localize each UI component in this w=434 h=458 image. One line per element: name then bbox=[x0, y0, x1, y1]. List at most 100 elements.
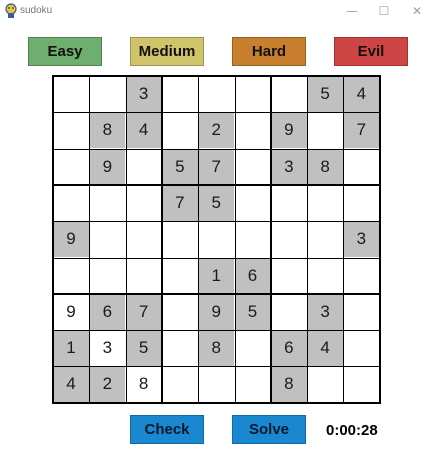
cell-r4-c4[interactable]: 7 bbox=[161, 184, 198, 221]
cell-r8-c6[interactable] bbox=[235, 330, 271, 366]
cell-r3-c5[interactable]: 7 bbox=[198, 148, 235, 185]
cell-r6-c3[interactable] bbox=[126, 258, 162, 294]
cell-r1-c2[interactable] bbox=[89, 76, 125, 112]
cell-r8-c1[interactable]: 1 bbox=[53, 330, 89, 367]
cell-r5-c7[interactable] bbox=[271, 221, 307, 257]
close-button[interactable]: ✕ bbox=[402, 0, 432, 24]
cell-r4-c2[interactable] bbox=[89, 185, 125, 221]
cell-r5-c4[interactable] bbox=[162, 221, 198, 257]
cell-r2-c9[interactable]: 7 bbox=[343, 112, 380, 149]
easy-button[interactable]: Easy bbox=[28, 37, 102, 66]
grid-line-horizontal bbox=[52, 148, 381, 150]
cell-r5-c3[interactable] bbox=[126, 221, 162, 257]
cell-r7-c4[interactable] bbox=[162, 294, 198, 330]
cell-r9-c2[interactable]: 2 bbox=[89, 366, 126, 403]
cell-r9-c7[interactable]: 8 bbox=[270, 366, 307, 403]
cell-r8-c9[interactable] bbox=[343, 330, 379, 366]
cell-r4-c8[interactable] bbox=[307, 185, 343, 221]
maximize-button[interactable]: ☐ bbox=[369, 0, 399, 24]
cell-r7-c1[interactable]: 9 bbox=[53, 294, 89, 330]
cell-r1-c6[interactable] bbox=[235, 76, 271, 112]
grid-line-vertical bbox=[269, 75, 272, 404]
cell-r6-c8[interactable] bbox=[307, 258, 343, 294]
cell-r8-c5[interactable]: 8 bbox=[198, 330, 235, 367]
cell-r9-c9[interactable] bbox=[343, 366, 379, 402]
cell-r6-c4[interactable] bbox=[162, 258, 198, 294]
cell-r4-c9[interactable] bbox=[343, 185, 379, 221]
evil-button[interactable]: Evil bbox=[334, 37, 408, 66]
cell-r6-c9[interactable] bbox=[343, 258, 379, 294]
hard-button[interactable]: Hard bbox=[232, 37, 306, 66]
cell-r9-c3[interactable]: 8 bbox=[126, 366, 162, 402]
cell-r1-c4[interactable] bbox=[162, 76, 198, 112]
cell-r1-c7[interactable] bbox=[271, 76, 307, 112]
cell-r5-c6[interactable] bbox=[235, 221, 271, 257]
cell-r7-c7[interactable] bbox=[271, 294, 307, 330]
cell-r6-c7[interactable] bbox=[271, 258, 307, 294]
cell-r2-c1[interactable] bbox=[53, 112, 89, 148]
cell-r3-c7[interactable]: 3 bbox=[270, 148, 307, 185]
cell-r1-c1[interactable] bbox=[53, 76, 89, 112]
cell-r9-c4[interactable] bbox=[162, 366, 198, 402]
cell-r9-c5[interactable] bbox=[198, 366, 234, 402]
cell-r7-c3[interactable]: 7 bbox=[125, 293, 162, 330]
elapsed-timer: 0:00:28 bbox=[326, 422, 378, 439]
cell-r2-c5[interactable]: 2 bbox=[198, 112, 235, 149]
cell-r4-c1[interactable] bbox=[53, 185, 89, 221]
cell-r2-c4[interactable] bbox=[162, 112, 198, 148]
cell-r2-c2[interactable]: 8 bbox=[89, 112, 126, 149]
cell-r6-c2[interactable] bbox=[89, 258, 125, 294]
cell-r6-c6[interactable]: 6 bbox=[234, 257, 271, 294]
cell-r2-c6[interactable] bbox=[235, 112, 271, 148]
cell-r8-c8[interactable]: 4 bbox=[307, 330, 344, 367]
cell-r3-c1[interactable] bbox=[53, 149, 89, 185]
cell-r2-c3[interactable]: 4 bbox=[125, 112, 162, 149]
cell-r8-c7[interactable]: 6 bbox=[270, 330, 307, 367]
cell-r6-c1[interactable] bbox=[53, 258, 89, 294]
cell-r3-c8[interactable]: 8 bbox=[307, 148, 344, 185]
grid-line-vertical bbox=[198, 75, 200, 404]
cell-r7-c8[interactable]: 3 bbox=[307, 293, 344, 330]
cell-r7-c9[interactable] bbox=[343, 294, 379, 330]
cell-r5-c1[interactable]: 9 bbox=[53, 221, 89, 258]
grid-line-vertical bbox=[52, 75, 54, 404]
cell-r1-c8[interactable]: 5 bbox=[307, 76, 344, 112]
grid-line-horizontal bbox=[52, 221, 381, 223]
check-button[interactable]: Check bbox=[130, 415, 204, 444]
cell-r8-c3[interactable]: 5 bbox=[125, 330, 162, 367]
cell-r9-c8[interactable] bbox=[307, 366, 343, 402]
medium-button[interactable]: Medium bbox=[130, 37, 204, 66]
cell-r8-c2[interactable]: 3 bbox=[89, 330, 125, 366]
cell-r7-c2[interactable]: 6 bbox=[89, 293, 126, 330]
cell-r2-c8[interactable] bbox=[307, 112, 343, 148]
cell-r8-c4[interactable] bbox=[162, 330, 198, 366]
cell-r7-c5[interactable]: 9 bbox=[198, 293, 235, 330]
cell-r6-c5[interactable]: 1 bbox=[198, 257, 235, 294]
cell-r4-c3[interactable] bbox=[126, 185, 162, 221]
cell-r5-c2[interactable] bbox=[89, 221, 125, 257]
cell-r3-c6[interactable] bbox=[235, 149, 271, 185]
grid-line-vertical bbox=[307, 75, 309, 404]
minimize-button[interactable]: — bbox=[337, 0, 367, 24]
cell-r3-c3[interactable] bbox=[126, 149, 162, 185]
cell-r5-c5[interactable] bbox=[198, 221, 234, 257]
cell-r4-c5[interactable]: 5 bbox=[198, 184, 235, 221]
cell-r4-c7[interactable] bbox=[271, 185, 307, 221]
solve-button[interactable]: Solve bbox=[232, 415, 306, 444]
grid-line-vertical bbox=[343, 75, 345, 404]
cell-r9-c1[interactable]: 4 bbox=[53, 366, 89, 403]
cell-r1-c9[interactable]: 4 bbox=[343, 76, 380, 112]
grid-line-horizontal bbox=[52, 257, 381, 259]
cell-r2-c7[interactable]: 9 bbox=[270, 112, 307, 149]
cell-r3-c4[interactable]: 5 bbox=[161, 148, 198, 185]
cell-r1-c5[interactable] bbox=[198, 76, 234, 112]
cell-r1-c3[interactable]: 3 bbox=[125, 76, 162, 112]
cell-r9-c6[interactable] bbox=[235, 366, 271, 402]
cell-r3-c2[interactable]: 9 bbox=[89, 148, 126, 185]
grid-line-horizontal bbox=[52, 183, 381, 186]
cell-r3-c9[interactable] bbox=[343, 149, 379, 185]
cell-r7-c6[interactable]: 5 bbox=[234, 293, 271, 330]
cell-r5-c8[interactable] bbox=[307, 221, 343, 257]
cell-r4-c6[interactable] bbox=[235, 185, 271, 221]
cell-r5-c9[interactable]: 3 bbox=[343, 221, 380, 258]
